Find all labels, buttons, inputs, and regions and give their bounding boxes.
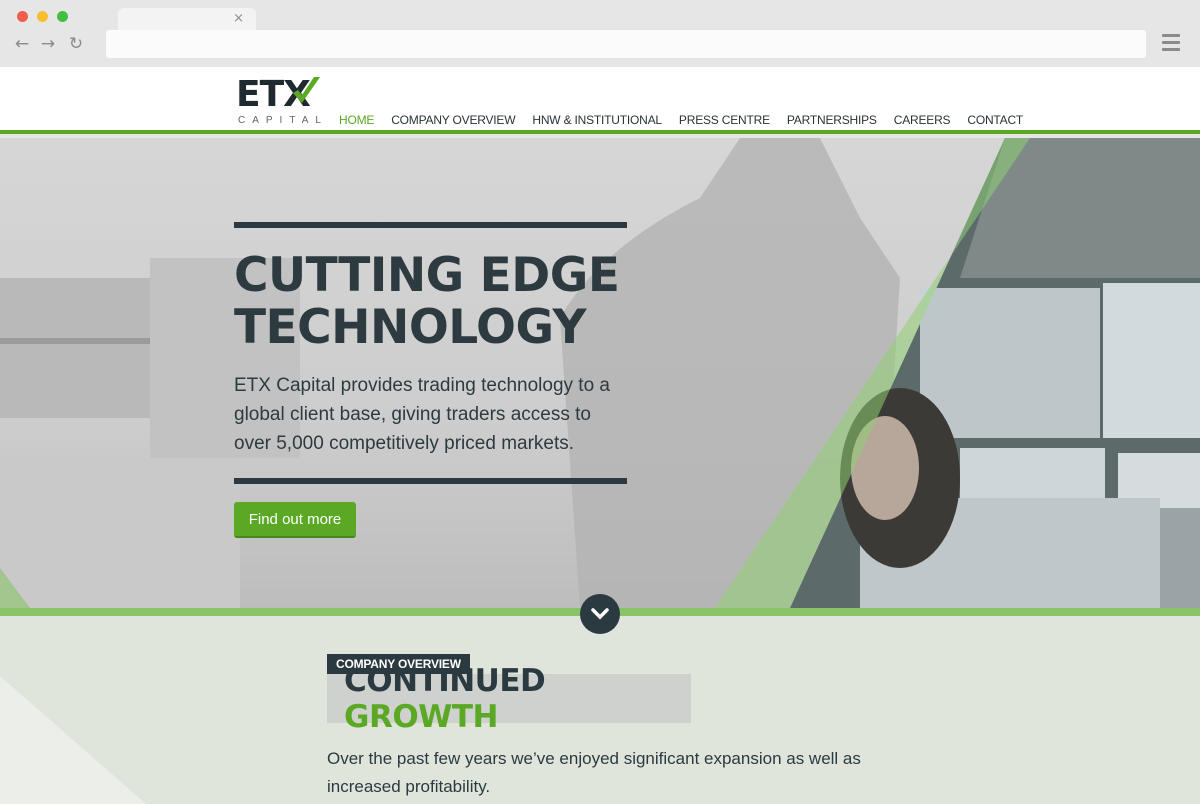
hero-title-line-1: CUTTING EDGE	[234, 248, 620, 303]
close-window-button[interactable]	[17, 11, 28, 22]
hero-top-rule	[234, 222, 627, 228]
scroll-down-button[interactable]	[580, 594, 620, 634]
chevron-down-icon	[591, 608, 609, 620]
nav-item-home[interactable]: HOME	[339, 113, 374, 127]
site-header: ETX CAPITAL HOME COMPANY OVERVIEW HNW & …	[0, 67, 1200, 134]
hero-title: CUTTING EDGE TECHNOLOGY	[234, 250, 628, 354]
address-bar[interactable]	[106, 30, 1146, 58]
hero-description: ETX Capital provides trading technology …	[234, 375, 610, 454]
reload-icon[interactable]: ↻	[66, 34, 86, 54]
nav-item-contact[interactable]: CONTACT	[967, 113, 1023, 127]
section-headline: CONTINUED GROWTH	[344, 663, 691, 735]
etx-capital-logo[interactable]: ETX CAPITAL	[236, 75, 326, 127]
logo-subtitle: CAPITAL	[238, 115, 328, 126]
nav-item-hnw-institutional[interactable]: HNW & INSTITUTIONAL	[532, 113, 662, 127]
minimize-window-button[interactable]	[37, 11, 48, 22]
back-arrow-icon[interactable]: ←	[12, 34, 32, 54]
hero-title-line-2: TECHNOLOGY	[234, 300, 587, 355]
find-out-more-button[interactable]: Find out more	[234, 502, 356, 538]
section-headline-box: CONTINUED GROWTH	[327, 663, 691, 735]
hero-content: CUTTING EDGE TECHNOLOGY ETX Capital prov…	[234, 222, 628, 484]
headline-part-2: GROWTH	[344, 698, 498, 735]
main-navigation: HOME COMPANY OVERVIEW HNW & INSTITUTIONA…	[339, 113, 1040, 127]
logo-check-icon	[293, 77, 320, 103]
nav-item-careers[interactable]: CAREERS	[894, 113, 951, 127]
tab-close-icon[interactable]: ×	[233, 11, 244, 26]
browser-menu-icon[interactable]	[1162, 34, 1180, 54]
nav-item-press-centre[interactable]: PRESS CENTRE	[679, 113, 770, 127]
browser-tab[interactable]: ×	[118, 8, 256, 32]
forward-arrow-icon[interactable]: →	[38, 34, 58, 54]
hero-banner: CUTTING EDGE TECHNOLOGY ETX Capital prov…	[0, 138, 1200, 608]
company-overview-section: COMPANY OVERVIEW CONTINUED GROWTH Over t…	[0, 608, 1200, 804]
maximize-window-button[interactable]	[57, 11, 68, 22]
nav-item-company-overview[interactable]: COMPANY OVERVIEW	[391, 113, 515, 127]
headline-part-1: CONTINUED	[344, 662, 546, 699]
section-description: Over the past few years we’ve enjoyed si…	[327, 749, 861, 796]
hero-bottom-rule	[234, 478, 627, 484]
nav-item-partnerships[interactable]: PARTNERSHIPS	[787, 113, 877, 127]
browser-chrome: × ← → ↻	[0, 0, 1200, 67]
